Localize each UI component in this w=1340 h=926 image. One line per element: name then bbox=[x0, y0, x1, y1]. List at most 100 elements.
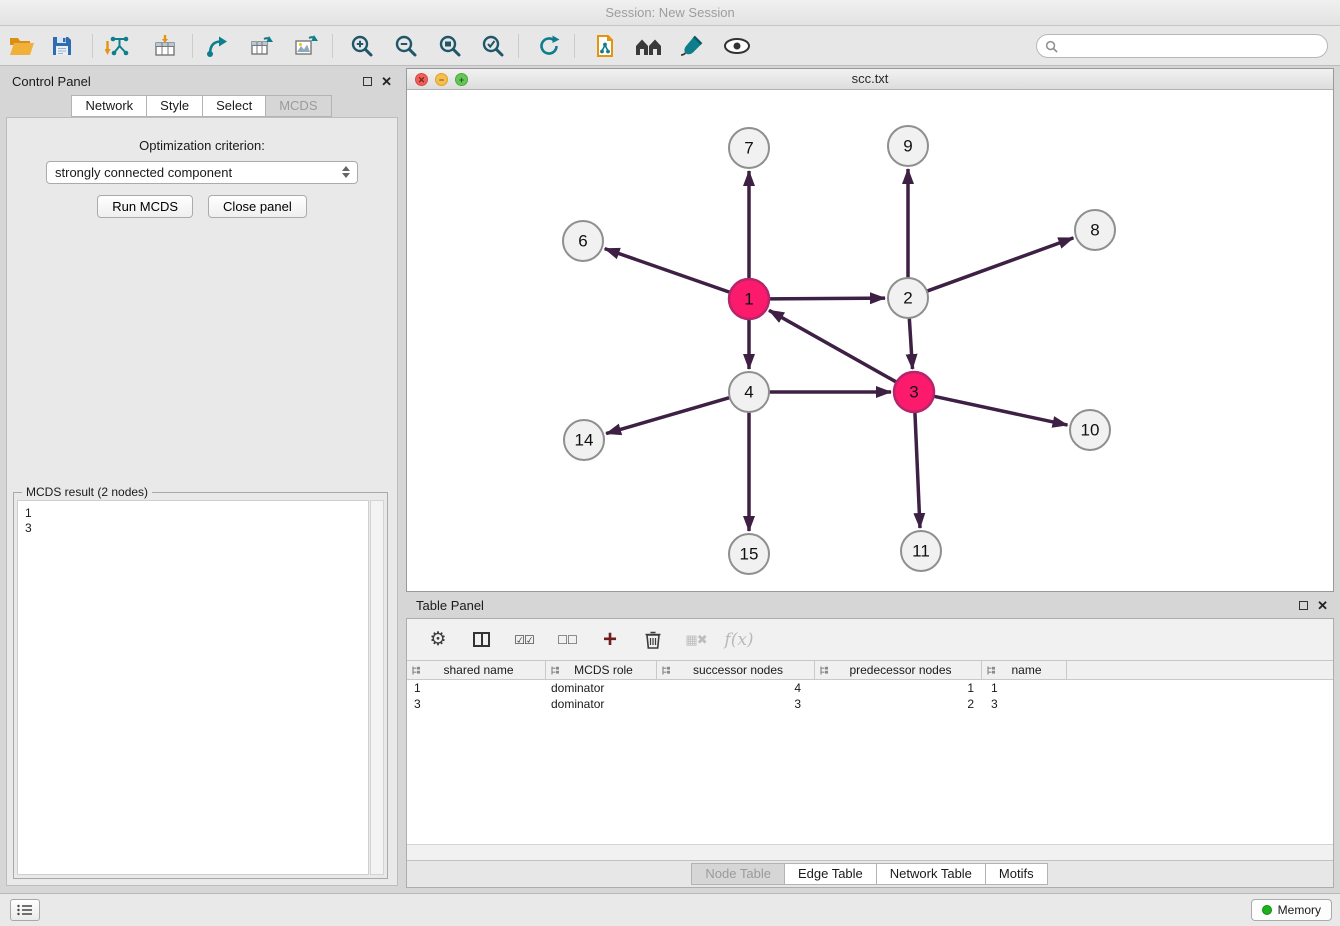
zoom-out-button[interactable] bbox=[389, 29, 423, 63]
import-table-button[interactable] bbox=[148, 29, 182, 63]
criterion-dropdown[interactable]: strongly connected component bbox=[46, 161, 358, 184]
search-icon bbox=[1045, 40, 1058, 53]
task-history-button[interactable] bbox=[10, 899, 40, 921]
search-input[interactable] bbox=[1063, 39, 1319, 53]
table-row[interactable]: 3 dominator 3 2 3 bbox=[407, 696, 1333, 712]
column-type-icon bbox=[661, 665, 672, 676]
table-row[interactable]: 1 dominator 4 1 1 bbox=[407, 680, 1333, 696]
graph-node-label: 3 bbox=[909, 383, 918, 402]
tab-mcds[interactable]: MCDS bbox=[265, 95, 331, 117]
zoom-selected-button[interactable] bbox=[476, 29, 510, 63]
network-graph[interactable]: 7968124314101511 bbox=[407, 90, 1333, 591]
tab-network-table[interactable]: Network Table bbox=[876, 863, 986, 885]
cell-successor-nodes[interactable]: 3 bbox=[657, 696, 815, 712]
function-builder-button[interactable]: f(x) bbox=[726, 630, 752, 650]
cell-shared-name[interactable]: 3 bbox=[407, 696, 546, 712]
graph-node-label: 15 bbox=[740, 545, 759, 564]
tab-style[interactable]: Style bbox=[146, 95, 203, 117]
memory-button[interactable]: Memory bbox=[1251, 899, 1332, 921]
zoom-fit-button[interactable] bbox=[433, 29, 467, 63]
cell-predecessor-nodes[interactable]: 1 bbox=[815, 680, 982, 696]
graph-edge-1-2[interactable] bbox=[769, 298, 885, 299]
column-header-mcds-role[interactable]: MCDS role bbox=[546, 661, 657, 679]
cell-mcds-role[interactable]: dominator bbox=[546, 696, 657, 712]
network-file-icon bbox=[593, 34, 617, 58]
first-neighbors-button[interactable] bbox=[632, 29, 666, 63]
graph-edge-4-14[interactable] bbox=[606, 398, 730, 434]
toolbar-search-field[interactable] bbox=[1036, 34, 1328, 58]
graph-edge-3-1[interactable] bbox=[769, 310, 897, 382]
add-row-button[interactable]: + bbox=[597, 630, 623, 650]
export-image-icon bbox=[294, 34, 318, 58]
column-header-label: name bbox=[997, 663, 1066, 677]
graph-node-label: 11 bbox=[912, 542, 930, 561]
show-columns-button[interactable] bbox=[468, 632, 494, 647]
graph-node-label: 14 bbox=[575, 431, 594, 450]
export-network-button[interactable] bbox=[201, 29, 235, 63]
deselect-all-button[interactable]: ☐☐ bbox=[554, 633, 580, 647]
memory-status-icon bbox=[1262, 905, 1272, 915]
column-type-icon bbox=[986, 665, 997, 676]
graph-edge-3-11[interactable] bbox=[915, 412, 920, 528]
table-panel-body: ⚙ ☑☑ ☐☐ + ▦✖ f(x) shared nam bbox=[406, 618, 1334, 888]
cell-successor-nodes[interactable]: 4 bbox=[657, 680, 815, 696]
zoom-in-icon bbox=[350, 34, 374, 58]
delete-table-button[interactable]: ▦✖ bbox=[683, 632, 709, 648]
cell-predecessor-nodes[interactable]: 2 bbox=[815, 696, 982, 712]
close-panel-icon[interactable]: ✕ bbox=[381, 77, 392, 86]
tab-motifs[interactable]: Motifs bbox=[985, 863, 1048, 885]
cell-mcds-role[interactable]: dominator bbox=[546, 680, 657, 696]
paint-style-button[interactable] bbox=[675, 29, 709, 63]
close-panel-icon[interactable]: ✕ bbox=[1317, 601, 1328, 610]
show-hide-button[interactable] bbox=[720, 29, 754, 63]
network-canvas[interactable]: 7968124314101511 bbox=[407, 90, 1333, 591]
graph-node-label: 9 bbox=[903, 137, 912, 156]
table-delete-icon: ▦✖ bbox=[685, 632, 706, 648]
refresh-layout-button[interactable] bbox=[532, 29, 566, 63]
tab-node-table[interactable]: Node Table bbox=[691, 863, 785, 885]
tab-edge-table[interactable]: Edge Table bbox=[784, 863, 877, 885]
mcds-result-scrollbar[interactable] bbox=[370, 500, 384, 875]
mcds-result-value: 3 bbox=[25, 521, 361, 536]
graph-node-label: 7 bbox=[744, 139, 753, 158]
cell-name[interactable]: 3 bbox=[982, 696, 1067, 712]
export-table-button[interactable] bbox=[245, 29, 279, 63]
graph-node-label: 8 bbox=[1090, 221, 1099, 240]
column-header-name[interactable]: name bbox=[982, 661, 1067, 679]
export-image-button[interactable] bbox=[289, 29, 323, 63]
tab-select[interactable]: Select bbox=[202, 95, 266, 117]
refresh-icon bbox=[537, 34, 561, 58]
table-panel-title: Table Panel bbox=[406, 598, 484, 613]
graph-edge-2-8[interactable] bbox=[927, 238, 1074, 291]
column-header-predecessor-nodes[interactable]: predecessor nodes bbox=[815, 661, 982, 679]
table-settings-button[interactable]: ⚙ bbox=[425, 628, 451, 651]
delete-button[interactable] bbox=[640, 630, 666, 650]
float-panel-icon[interactable] bbox=[363, 77, 372, 86]
tab-network[interactable]: Network bbox=[71, 95, 147, 117]
graph-edge-1-6[interactable] bbox=[605, 249, 730, 293]
graph-node-label: 2 bbox=[903, 289, 912, 308]
toolbar-separator bbox=[92, 34, 93, 58]
network-window-titlebar[interactable]: ✕ − + scc.txt bbox=[407, 69, 1333, 90]
column-header-shared-name[interactable]: shared name bbox=[407, 661, 546, 679]
graph-edge-2-3[interactable] bbox=[909, 318, 912, 369]
open-session-button[interactable] bbox=[5, 29, 39, 63]
save-session-button[interactable] bbox=[45, 29, 79, 63]
graph-node-label: 10 bbox=[1081, 421, 1100, 440]
mcds-result-list[interactable]: 1 3 bbox=[17, 500, 369, 875]
zoom-in-button[interactable] bbox=[345, 29, 379, 63]
clone-network-button[interactable] bbox=[588, 29, 622, 63]
graph-edge-3-10[interactable] bbox=[934, 396, 1068, 425]
column-header-successor-nodes[interactable]: successor nodes bbox=[657, 661, 815, 679]
run-mcds-button[interactable]: Run MCDS bbox=[97, 195, 193, 218]
columns-icon bbox=[473, 632, 490, 647]
status-bar: Memory bbox=[0, 893, 1340, 926]
table-horizontal-scrollbar[interactable] bbox=[407, 844, 1333, 860]
cell-shared-name[interactable]: 1 bbox=[407, 680, 546, 696]
select-all-button[interactable]: ☑☑ bbox=[511, 633, 537, 647]
float-panel-icon[interactable] bbox=[1299, 601, 1308, 610]
checked-boxes-icon: ☑☑ bbox=[514, 633, 534, 647]
close-panel-button[interactable]: Close panel bbox=[208, 195, 307, 218]
cell-name[interactable]: 1 bbox=[982, 680, 1067, 696]
import-network-button[interactable] bbox=[101, 29, 135, 63]
